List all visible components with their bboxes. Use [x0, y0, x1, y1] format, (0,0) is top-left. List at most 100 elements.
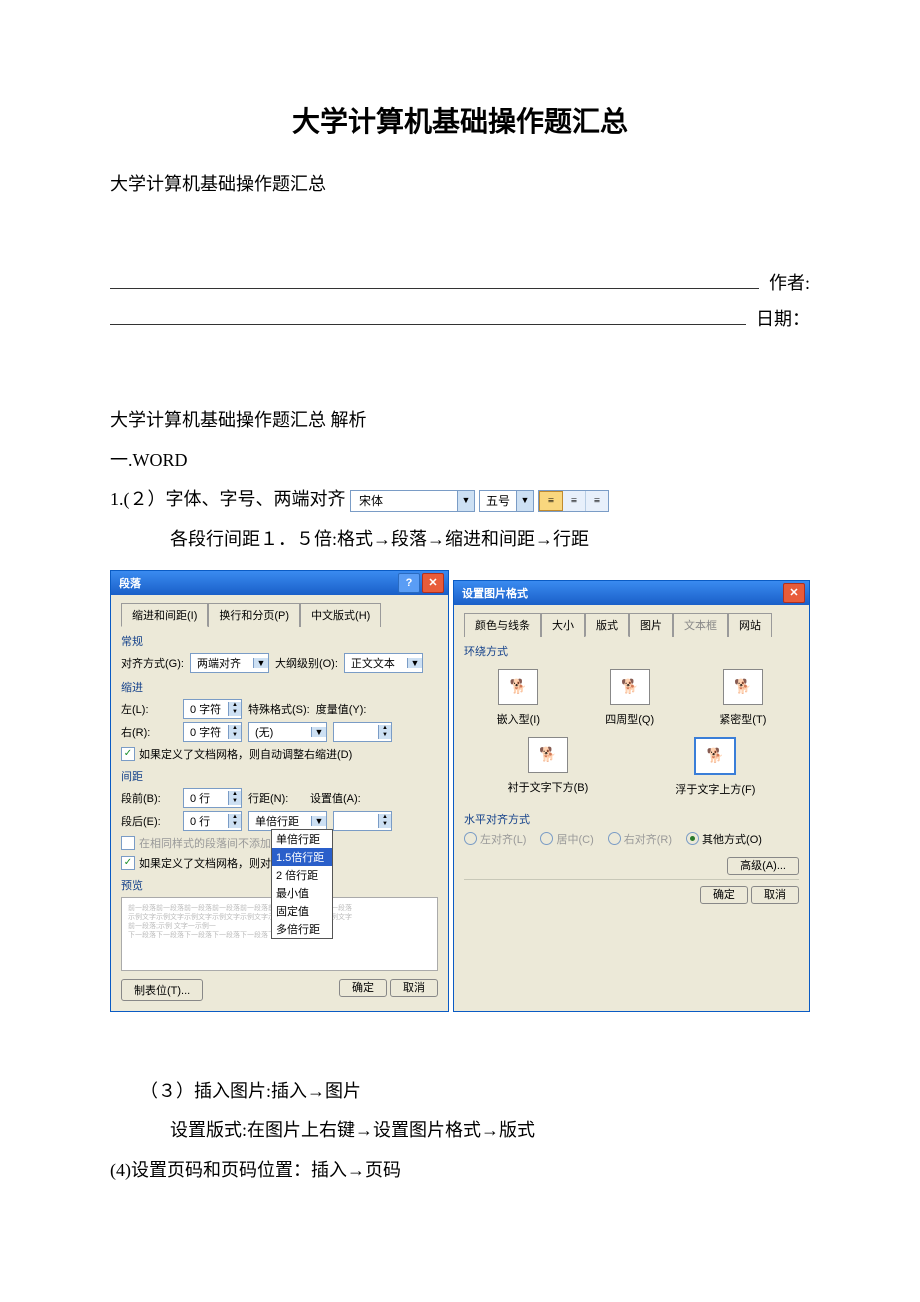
body-line-6: 设置版式:在图片上右键→设置图片格式→版式	[110, 1111, 810, 1151]
alignment-combo[interactable]: 两端对齐 ▼	[190, 653, 269, 673]
paragraph-dialog: 段落 ? ✕ 缩进和间距(I) 换行和分页(P) 中文版式(H) 常规 对齐方式…	[110, 570, 449, 1012]
set-value-label: 设置值(A):	[310, 790, 366, 806]
tabs-button[interactable]: 制表位(T)...	[121, 979, 203, 1001]
advanced-button[interactable]: 高级(A)...	[727, 857, 799, 875]
indent-group: 缩进	[121, 679, 438, 695]
halign-group: 水平对齐方式	[464, 811, 799, 827]
after-spinner[interactable]: 0 行 ▲▼	[183, 811, 242, 831]
dog-icon: 🐕	[498, 669, 538, 705]
body-line-2: 一.WORD	[110, 441, 810, 481]
chevron-down-icon: ▼	[407, 658, 422, 668]
wrap-inline[interactable]: 🐕 嵌入型(I)	[497, 669, 540, 727]
left-label: 左(L):	[121, 701, 177, 717]
dog-icon: 🐕	[610, 669, 650, 705]
special-label: 特殊格式(S):	[248, 701, 310, 717]
tab-web[interactable]: 网站	[728, 613, 772, 637]
ok-button[interactable]: 确定	[339, 979, 387, 997]
right-spinner[interactable]: 0 字符 ▲▼	[183, 722, 242, 742]
picture-format-dialog: 设置图片格式 ✕ 颜色与线条 大小 版式 图片 文本框 网站 环绕方式 🐕	[453, 580, 810, 1012]
tab-color[interactable]: 颜色与线条	[464, 613, 541, 637]
wrap-square[interactable]: 🐕 四周型(Q)	[605, 669, 654, 727]
body-line-1: 大学计算机基础操作题汇总 解析	[110, 401, 810, 441]
picture-tabs: 颜色与线条 大小 版式 图片 文本框 网站	[464, 613, 799, 637]
align-center-button[interactable]: ≡	[563, 491, 586, 511]
line-spacing-label: 行距(N):	[248, 790, 304, 806]
chevron-down-icon: ▼	[457, 491, 474, 511]
tab-picture[interactable]: 图片	[629, 613, 673, 637]
picture-titlebar: 设置图片格式 ✕	[454, 581, 809, 605]
align-right-radio[interactable]	[608, 832, 621, 845]
measure-spinner[interactable]: ▲▼	[333, 722, 392, 742]
body-line-3: 1.(２）字体、字号、两端对齐 宋体 ▼ 五号 ▼ ≡ ≡ ≡	[110, 480, 810, 520]
alignment-label: 对齐方式(G):	[121, 655, 184, 671]
align-justify-button[interactable]: ≡	[539, 491, 563, 511]
auto-indent-label: 如果定义了文档网格，则自动调整右缩进(D)	[139, 746, 352, 762]
tab-size[interactable]: 大小	[541, 613, 585, 637]
measure-label: 度量值(Y):	[316, 701, 372, 717]
tab-chinese[interactable]: 中文版式(H)	[300, 603, 381, 627]
wrap-front[interactable]: 🐕 浮于文字上方(F)	[675, 737, 755, 797]
body-line-4: 各段行间距１．５倍:格式→段落→缩进和间距→行距	[110, 520, 810, 560]
after-label: 段后(E):	[121, 813, 177, 829]
paragraph-titlebar: 段落 ? ✕	[111, 571, 448, 595]
line-option-double[interactable]: 2 倍行距	[272, 866, 332, 884]
special-combo[interactable]: (无) ▼	[248, 722, 327, 742]
cancel-button[interactable]: 取消	[751, 886, 799, 904]
tab-textbox[interactable]: 文本框	[673, 613, 728, 637]
align-right-button[interactable]: ≡	[586, 491, 608, 511]
author-label: 作者:	[769, 269, 810, 295]
subtitle: 大学计算机基础操作题汇总	[110, 170, 810, 196]
chevron-down-icon: ▼	[311, 816, 326, 826]
wrap-behind[interactable]: 🐕 衬于文字下方(B)	[508, 737, 589, 797]
paragraph-title: 段落	[119, 575, 141, 591]
dog-icon: 🐕	[528, 737, 568, 773]
close-button[interactable]: ✕	[422, 573, 444, 593]
line-option-single[interactable]: 单倍行距	[272, 830, 332, 848]
dog-icon: 🐕	[723, 669, 763, 705]
author-line: 作者:	[110, 266, 810, 295]
body-line-5: （３）插入图片:插入→图片	[110, 1072, 810, 1112]
chevron-down-icon: ▼	[253, 658, 268, 668]
close-button[interactable]: ✕	[783, 583, 805, 603]
align-other-radio[interactable]	[686, 832, 699, 845]
general-group: 常规	[121, 633, 438, 649]
set-value-spinner[interactable]: ▲▼	[333, 811, 392, 831]
before-spinner[interactable]: 0 行 ▲▼	[183, 788, 242, 808]
help-button[interactable]: ?	[398, 573, 420, 593]
font-value: 宋体	[351, 488, 457, 514]
chevron-down-icon: ▼	[516, 491, 533, 511]
date-line: 日期：	[110, 303, 810, 332]
spacing-group: 间距	[121, 768, 438, 784]
outline-combo[interactable]: 正文文本 ▼	[344, 653, 423, 673]
align-left-radio[interactable]	[464, 832, 477, 845]
grid-align-checkbox[interactable]: ✓	[121, 856, 135, 870]
align-center-radio[interactable]	[540, 832, 553, 845]
dog-icon: 🐕	[694, 737, 736, 775]
size-value: 五号	[480, 488, 516, 514]
line-option-multi[interactable]: 多倍行距	[272, 920, 332, 938]
same-style-checkbox[interactable]: ✓	[121, 836, 135, 850]
before-label: 段前(B):	[121, 790, 177, 806]
tab-layout[interactable]: 版式	[585, 613, 629, 637]
tab-indent[interactable]: 缩进和间距(I)	[121, 603, 208, 627]
tab-pagination[interactable]: 换行和分页(P)	[208, 603, 300, 627]
line-option-15[interactable]: 1.5倍行距	[272, 848, 332, 866]
ok-button[interactable]: 确定	[700, 886, 748, 904]
line-option-min[interactable]: 最小值	[272, 884, 332, 902]
wrap-tight[interactable]: 🐕 紧密型(T)	[719, 669, 766, 727]
left-spinner[interactable]: 0 字符 ▲▼	[183, 699, 242, 719]
right-label: 右(R):	[121, 724, 177, 740]
date-label: 日期：	[756, 305, 810, 331]
auto-indent-checkbox[interactable]: ✓	[121, 747, 135, 761]
font-dropdown[interactable]: 宋体 ▼	[350, 490, 475, 512]
line-option-fixed[interactable]: 固定值	[272, 902, 332, 920]
cancel-button[interactable]: 取消	[390, 979, 438, 997]
line-spacing-combo[interactable]: 单倍行距 ▼	[248, 811, 327, 831]
size-dropdown[interactable]: 五号 ▼	[479, 490, 534, 512]
line-spacing-dropdown: 单倍行距 1.5倍行距 2 倍行距 最小值 固定值 多倍行距	[271, 829, 333, 939]
picture-title: 设置图片格式	[462, 585, 528, 601]
same-style-label: 在相同样式的段落间不添加空	[139, 835, 282, 851]
alignment-buttons: ≡ ≡ ≡	[538, 490, 609, 512]
chevron-down-icon: ▼	[311, 727, 326, 737]
wrap-group: 环绕方式	[464, 643, 799, 659]
